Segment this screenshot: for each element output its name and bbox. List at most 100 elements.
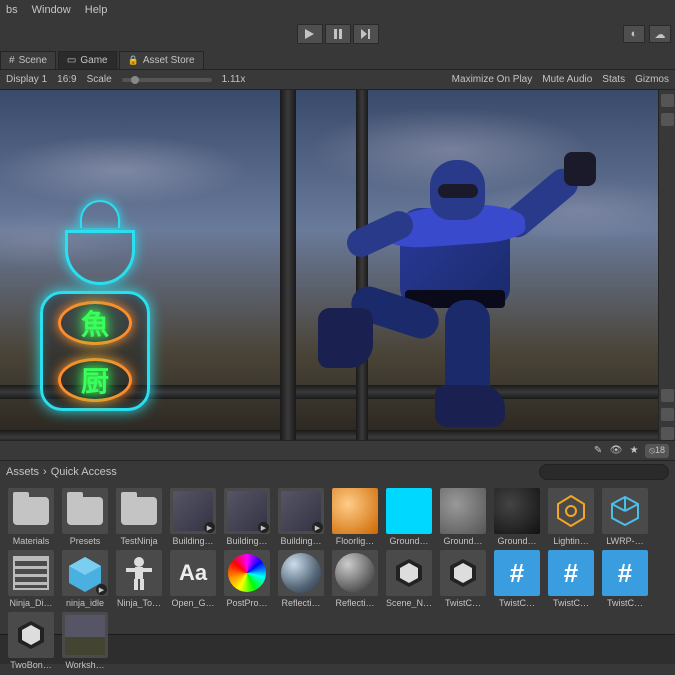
menu-item[interactable]: Window bbox=[32, 4, 71, 16]
breadcrumb-root[interactable]: Assets bbox=[6, 466, 39, 478]
asset-label: TwistC… bbox=[438, 598, 488, 608]
asset-label: TwistC… bbox=[546, 598, 596, 608]
breadcrumb-current[interactable]: Quick Access bbox=[51, 466, 117, 478]
gizmos-dropdown[interactable]: Gizmos bbox=[635, 74, 669, 85]
lock-icon: 🔒 bbox=[128, 55, 139, 66]
asset-item[interactable]: TwistC… bbox=[438, 550, 488, 608]
cloud-icon[interactable]: ☁ bbox=[649, 25, 671, 43]
maximize-toggle[interactable]: Maximize On Play bbox=[452, 74, 533, 85]
asset-item[interactable]: ▶ ninja_idle bbox=[60, 550, 110, 608]
star-icon[interactable]: ★ bbox=[627, 444, 641, 458]
menu-item[interactable]: bs bbox=[6, 4, 18, 16]
asset-item[interactable]: ▶Building… bbox=[276, 488, 326, 546]
asset-label: Presets bbox=[60, 536, 110, 546]
asset-item[interactable]: Ninja_Di… bbox=[6, 550, 56, 608]
mute-toggle[interactable]: Mute Audio bbox=[542, 74, 592, 85]
asset-thumb: ▶ bbox=[170, 488, 216, 534]
asset-thumb bbox=[440, 550, 486, 596]
gutter-btn[interactable] bbox=[661, 94, 674, 107]
asset-item[interactable]: #TwistC… bbox=[546, 550, 596, 608]
asset-item[interactable]: TestNinja bbox=[114, 488, 164, 546]
scale-slider[interactable] bbox=[122, 78, 212, 82]
asset-label: TwistC… bbox=[600, 598, 650, 608]
ninja-character bbox=[310, 160, 610, 440]
asset-thumb bbox=[8, 612, 54, 658]
asset-label: Open_G… bbox=[168, 598, 218, 608]
aspect-dropdown[interactable]: 16:9 bbox=[57, 74, 76, 85]
asset-thumb bbox=[332, 550, 378, 596]
asset-item[interactable]: Presets bbox=[60, 488, 110, 546]
eye-icon[interactable]: 👁 bbox=[609, 444, 623, 458]
asset-item[interactable]: Floorlig… bbox=[330, 488, 380, 546]
asset-item[interactable]: Worksh… bbox=[60, 612, 110, 670]
asset-label: Ninja_To… bbox=[114, 598, 164, 608]
asset-label: Ninja_Di… bbox=[6, 598, 56, 608]
asset-item[interactable]: LWRP-… bbox=[600, 488, 650, 546]
search-input[interactable] bbox=[539, 464, 669, 480]
asset-item[interactable]: Materials bbox=[6, 488, 56, 546]
asset-label: Ground… bbox=[438, 536, 488, 546]
asset-item[interactable]: ▶ Building… bbox=[222, 488, 272, 546]
game-icon: ▭ bbox=[67, 55, 76, 66]
hidden-count: ⦸18 bbox=[645, 444, 669, 458]
asset-label: Floorlig… bbox=[330, 536, 380, 546]
gutter-btn[interactable] bbox=[661, 113, 674, 126]
tab-scene[interactable]: #Scene bbox=[0, 51, 56, 69]
asset-label: Building… bbox=[168, 536, 218, 546]
asset-item[interactable]: Ground… bbox=[492, 488, 542, 546]
asset-thumb: ▶ bbox=[62, 550, 108, 596]
asset-item[interactable]: Lightin… bbox=[546, 488, 596, 546]
asset-thumb: ▶ bbox=[278, 488, 324, 534]
scale-value: 1.11x bbox=[222, 74, 246, 85]
tab-asset-store[interactable]: 🔒Asset Store bbox=[119, 51, 204, 69]
asset-item[interactable]: Reflecti… bbox=[276, 550, 326, 608]
asset-label: Worksh… bbox=[60, 660, 110, 670]
collab-icon[interactable]: ◐ bbox=[623, 25, 645, 43]
play-controls-row: ◐ ☁ bbox=[0, 20, 675, 48]
asset-label: PostPro… bbox=[222, 598, 272, 608]
asset-label: ninja_idle bbox=[60, 598, 110, 608]
menu-item[interactable]: Help bbox=[85, 4, 108, 16]
pencil-icon[interactable]: ✎ bbox=[591, 444, 605, 458]
asset-grid: Materials Presets TestNinja ▶ Building… ▶ Buil… bbox=[0, 482, 675, 634]
chevron-right-icon: › bbox=[43, 466, 47, 478]
asset-item[interactable]: PostPro… bbox=[222, 550, 272, 608]
asset-thumb: ▶ bbox=[224, 488, 270, 534]
asset-label: Reflecti… bbox=[276, 598, 326, 608]
asset-label: Ground… bbox=[384, 536, 434, 546]
step-button[interactable] bbox=[353, 24, 379, 44]
asset-thumb bbox=[440, 488, 486, 534]
asset-item[interactable]: AaOpen_G… bbox=[168, 550, 218, 608]
asset-label: Lightin… bbox=[546, 536, 596, 546]
asset-item[interactable]: #TwistC… bbox=[492, 550, 542, 608]
gutter-btn[interactable] bbox=[661, 408, 674, 421]
play-button[interactable] bbox=[297, 24, 323, 44]
asset-label: TestNinja bbox=[114, 536, 164, 546]
asset-item[interactable]: ▶ Building… bbox=[168, 488, 218, 546]
gutter-btn[interactable] bbox=[661, 427, 674, 440]
tab-game[interactable]: ▭Game bbox=[58, 51, 117, 69]
neon-sign bbox=[40, 200, 160, 400]
gutter-btn[interactable] bbox=[661, 389, 674, 402]
view-tabs: #Scene ▭Game 🔒Asset Store bbox=[0, 48, 675, 70]
asset-thumb bbox=[116, 550, 162, 596]
asset-label: Materials bbox=[6, 536, 56, 546]
asset-item[interactable]: Ground… bbox=[384, 488, 434, 546]
viewport-footer: ✎ 👁 ★ ⦸18 bbox=[0, 440, 675, 460]
asset-item[interactable]: Ninja_To… bbox=[114, 550, 164, 608]
asset-item[interactable]: Scene_N… bbox=[384, 550, 434, 608]
display-dropdown[interactable]: Display 1 bbox=[6, 74, 47, 85]
pause-button[interactable] bbox=[325, 24, 351, 44]
asset-label: TwistC… bbox=[492, 598, 542, 608]
asset-item[interactable]: TwoBon… bbox=[6, 612, 56, 670]
asset-label: Building… bbox=[222, 536, 272, 546]
asset-item[interactable]: Ground… bbox=[438, 488, 488, 546]
scene-icon: # bbox=[9, 55, 15, 66]
asset-item[interactable]: Reflecti… bbox=[330, 550, 380, 608]
project-breadcrumb: Assets › Quick Access bbox=[0, 460, 675, 482]
game-toolbar: Display 1 16:9 Scale 1.11x Maximize On P… bbox=[0, 70, 675, 90]
asset-thumb: # bbox=[602, 550, 648, 596]
stats-toggle[interactable]: Stats bbox=[602, 74, 625, 85]
asset-thumb bbox=[386, 550, 432, 596]
asset-item[interactable]: # TwistC… bbox=[600, 550, 650, 608]
